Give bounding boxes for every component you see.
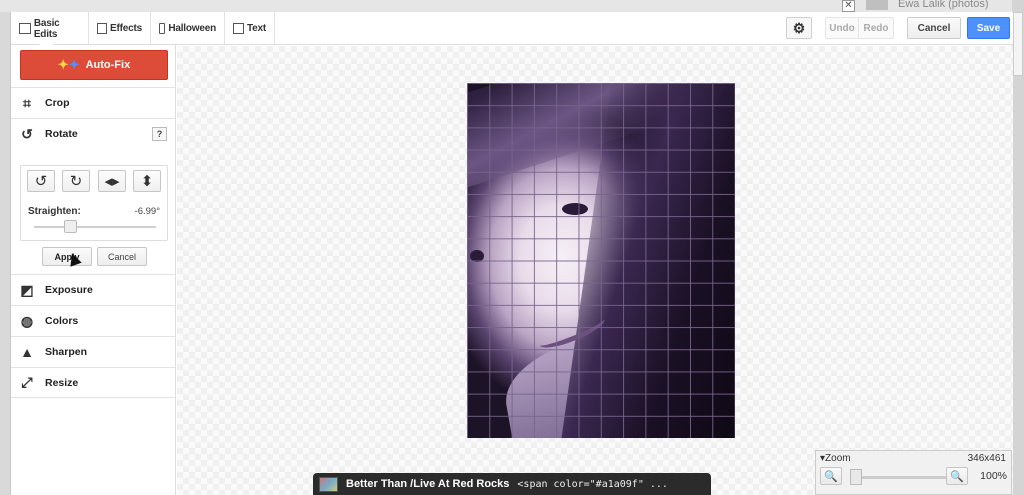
now-playing-title: Better Than /Live At Red Rocks xyxy=(346,478,510,490)
tab-text[interactable]: Text xyxy=(225,12,275,45)
close-icon[interactable]: ✕ xyxy=(842,0,855,12)
crop-icon: ⌗ xyxy=(23,94,31,111)
tab-label: Halloween xyxy=(168,23,216,34)
flip-vertical-button[interactable]: ⬍ xyxy=(133,170,161,192)
scrollbar-thumb[interactable] xyxy=(1013,12,1023,76)
album-art xyxy=(319,476,338,492)
exposure-icon: ◩ xyxy=(20,281,34,298)
zoom-in-icon: 🔍 xyxy=(950,470,964,483)
panel-item-label: Resize xyxy=(45,376,79,389)
sparkle-icon: ✦✦ xyxy=(57,57,80,72)
image-size: 346x461 xyxy=(967,453,1006,464)
gear-icon: ⚙ xyxy=(792,19,806,36)
background-page-strip: ✕ Ewa Lalik (photos) xyxy=(0,0,1024,12)
flip-horizontal-icon: ◂▸ xyxy=(104,173,120,190)
tab-basic-edits[interactable]: Basic Edits xyxy=(11,12,89,45)
effects-icon xyxy=(97,23,108,34)
zoom-slider-track[interactable] xyxy=(850,476,950,479)
zoom-in-button[interactable]: 🔍 xyxy=(946,467,968,485)
straighten-grid-overlay xyxy=(467,83,735,438)
straighten-label: Straighten: xyxy=(28,206,81,217)
editor-toolbar: Basic Edits Effects Halloween Text ⚙ Und… xyxy=(11,12,1013,45)
panel-item-colors[interactable]: ◍ Colors xyxy=(11,305,176,336)
zoom-label: Zoom xyxy=(825,453,851,464)
zoom-out-icon: 🔍 xyxy=(824,470,838,483)
rotate-left-icon: ↺ xyxy=(34,173,48,190)
rotate-right-icon: ↻ xyxy=(69,173,83,190)
text-icon xyxy=(233,23,244,34)
flip-vertical-icon: ⬍ xyxy=(140,173,154,190)
image-canvas[interactable] xyxy=(177,46,1013,495)
save-button[interactable]: Save xyxy=(967,17,1010,39)
cancel-button[interactable]: Cancel xyxy=(907,17,961,39)
zoom-panel: ▾Zoom 346x461 🔍 🔍 100% xyxy=(815,450,1012,495)
auto-fix-label: Auto-Fix xyxy=(85,59,131,71)
tab-label: Basic Edits xyxy=(33,17,60,40)
panel-item-label: Exposure xyxy=(45,284,93,296)
rotate-right-button[interactable]: ↻ xyxy=(62,170,90,192)
rotate-cancel-button[interactable]: Cancel xyxy=(97,247,147,266)
zoom-percent: 100% xyxy=(980,470,1007,482)
panel-item-resize[interactable]: ⤢ Resize xyxy=(11,367,176,398)
help-button[interactable]: ? xyxy=(152,127,167,141)
undo-button[interactable]: Undo xyxy=(825,17,858,39)
image-icon xyxy=(19,23,31,34)
zoom-header[interactable]: ▾Zoom xyxy=(820,453,851,464)
sharpen-icon: ▲ xyxy=(20,344,34,360)
rotate-controls: ↺ ↻ ◂▸ ⬍ Straighten: -6.99° xyxy=(20,165,168,241)
tab-label: Effects xyxy=(110,23,142,34)
panel-item-crop[interactable]: ⌗ Crop xyxy=(11,87,176,118)
rotate-left-button[interactable]: ↺ xyxy=(27,170,55,192)
photo[interactable] xyxy=(467,83,735,438)
zoom-out-button[interactable]: 🔍 xyxy=(820,467,842,485)
settings-button[interactable]: ⚙ xyxy=(786,17,812,39)
panel-item-label: Sharpen xyxy=(45,346,88,358)
photo-editor: Basic Edits Effects Halloween Text ⚙ Und… xyxy=(10,12,1013,495)
straighten-slider-track[interactable] xyxy=(34,226,156,228)
avatar xyxy=(866,0,888,10)
panel-item-label: Colors xyxy=(45,315,79,327)
tab-halloween[interactable]: Halloween xyxy=(151,12,225,45)
page-scrollbar[interactable] xyxy=(1012,0,1024,495)
panel-item-label: Rotate xyxy=(45,128,78,140)
basic-edits-panel: ✦✦ Auto-Fix ⌗ Crop ↺ Rotate ? ↺ ↻ ◂▸ ⬍ S… xyxy=(11,45,176,495)
flip-horizontal-button[interactable]: ◂▸ xyxy=(98,170,126,192)
paint-roller-icon xyxy=(159,23,166,34)
zoom-slider-handle[interactable] xyxy=(850,469,862,485)
panel-item-label: Crop xyxy=(45,97,70,109)
panel-item-rotate[interactable]: ↺ Rotate ? xyxy=(11,118,176,149)
now-playing-bar[interactable]: Better Than /Live At Red Rocks <span col… xyxy=(313,473,711,495)
panel-item-exposure[interactable]: ◩ Exposure xyxy=(11,274,176,305)
tab-label: Text xyxy=(246,23,266,34)
resize-icon: ⤢ xyxy=(21,374,33,390)
tab-effects[interactable]: Effects xyxy=(89,12,151,45)
now-playing-extra: <span color="#a1a09f" ... xyxy=(517,478,668,490)
straighten-slider-handle[interactable] xyxy=(64,220,77,233)
palette-icon: ◍ xyxy=(20,312,34,329)
panel-item-sharpen[interactable]: ▲ Sharpen xyxy=(11,336,176,367)
auto-fix-button[interactable]: ✦✦ Auto-Fix xyxy=(20,50,168,80)
background-user-label: Ewa Lalik (photos) xyxy=(898,0,989,10)
rotate-icon: ↺ xyxy=(21,125,33,142)
redo-button[interactable]: Redo xyxy=(858,17,894,39)
straighten-value: -6.99° xyxy=(134,206,160,217)
